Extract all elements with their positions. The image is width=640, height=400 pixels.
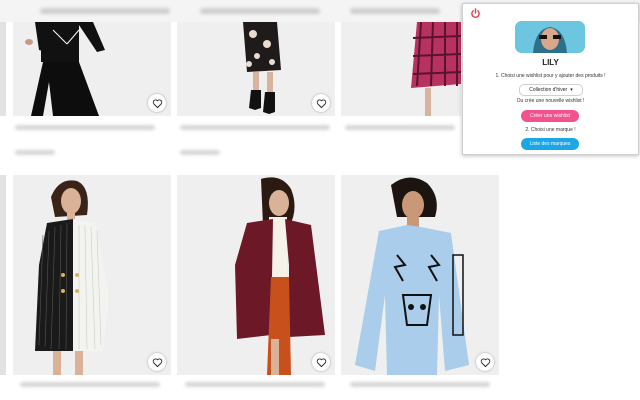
product-price-blurred <box>15 150 55 155</box>
product-caption-blurred <box>20 382 160 387</box>
chevron-down-icon: ▾ <box>570 87 573 93</box>
product-caption-blurred <box>180 125 330 130</box>
wishlist-select[interactable]: Collection d'hiver ▾ <box>519 84 583 96</box>
step1-instruction: 1. Choisi une wishlist pour y ajouter de… <box>495 73 606 79</box>
product-card[interactable] <box>341 175 499 375</box>
product-caption-blurred <box>15 125 155 130</box>
heart-icon <box>152 358 162 367</box>
create-wishlist-prompt: Ou crée une nouvelle wishlist ! <box>516 98 585 104</box>
heart-icon <box>316 99 326 108</box>
product-photo <box>341 22 461 116</box>
product-caption-blurred <box>345 125 455 130</box>
product-caption-blurred <box>350 382 490 387</box>
product-card[interactable] <box>177 175 335 375</box>
model-blue-sweatshirt-figure <box>355 177 469 375</box>
wishlist-heart-button[interactable] <box>312 353 330 371</box>
product-photo <box>341 175 499 375</box>
partial-product-edge <box>0 175 6 375</box>
wishlist-heart-button[interactable] <box>148 94 166 112</box>
avatar <box>515 21 585 53</box>
product-card[interactable] <box>341 22 461 116</box>
wishlist-heart-button[interactable] <box>148 353 166 371</box>
model-tartan-dress-figure <box>411 22 461 116</box>
power-icon[interactable] <box>470 8 481 19</box>
partial-product-edge <box>0 22 6 116</box>
product-card[interactable] <box>177 22 335 116</box>
product-card[interactable] <box>13 175 171 375</box>
model-burgundy-coat-figure <box>235 177 325 375</box>
wishlist-heart-button[interactable] <box>476 353 494 371</box>
blurred-nav <box>200 8 320 14</box>
step2-instruction: 2. Choisi une marque ! <box>525 127 576 133</box>
heart-icon <box>480 358 490 367</box>
heart-icon <box>316 358 326 367</box>
blurred-nav <box>350 8 440 14</box>
create-wishlist-button[interactable]: Créer une wishlist <box>521 110 579 122</box>
wishlist-extension-popup: LILY 1. Choisi une wishlist pour y ajout… <box>462 3 639 155</box>
username: LILY <box>542 58 559 67</box>
wishlist-select-value: Collection d'hiver <box>529 87 568 93</box>
brand-list-button[interactable]: Liste des marques <box>521 138 579 150</box>
wishlist-heart-button[interactable] <box>312 94 330 112</box>
product-card[interactable] <box>13 22 171 116</box>
model-pinstripe-blazer-figure <box>35 180 109 375</box>
product-photo <box>177 175 335 375</box>
product-photo <box>13 175 171 375</box>
blurred-nav <box>40 8 170 14</box>
product-price-blurred <box>180 150 220 155</box>
heart-icon <box>152 99 162 108</box>
product-caption-blurred <box>185 382 325 387</box>
